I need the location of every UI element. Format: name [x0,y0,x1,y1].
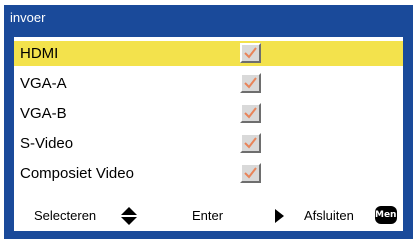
input-list: HDMI VGA-A VGA-B S-Video Composiet Video [14,41,403,191]
checkmark-icon [244,167,257,179]
input-label: VGA-B [20,105,67,122]
checkmark-icon [244,137,257,149]
vga-a-checkbox[interactable] [240,73,261,93]
up-down-arrows-icon [121,207,137,225]
input-label: Composiet Video [20,165,134,182]
input-item-composite-video[interactable]: Composiet Video [14,161,403,186]
input-item-s-video[interactable]: S-Video [14,131,403,156]
s-video-checkbox[interactable] [240,133,261,153]
exit-hint-label: Afsluiten [304,208,354,223]
checkmark-icon [244,107,257,119]
vga-b-checkbox[interactable] [240,103,261,123]
input-osd-window: invoer HDMI VGA-A VGA-B S-Video Composie… [4,5,413,239]
input-item-vga-a[interactable]: VGA-A [14,71,403,96]
checkmark-icon [244,77,257,89]
input-panel: HDMI VGA-A VGA-B S-Video Composiet Video… [14,37,403,231]
input-label: S-Video [20,135,74,152]
enter-hint-label: Enter [192,208,224,223]
select-hint-label: Selecteren [34,208,97,223]
help-footer: Selecteren Enter Afsluiten Menu [14,205,403,227]
input-label: VGA-A [20,75,67,92]
input-item-vga-b[interactable]: VGA-B [14,101,403,126]
hdmi-checkbox[interactable] [240,43,261,63]
window-title: invoer [6,7,411,29]
menu-key-icon: Menu [375,206,403,224]
input-label: HDMI [20,45,59,62]
input-item-hdmi[interactable]: HDMI [14,41,403,66]
composite-video-checkbox[interactable] [240,163,261,183]
right-triangle-icon [275,209,284,223]
checkmark-icon [244,47,257,59]
